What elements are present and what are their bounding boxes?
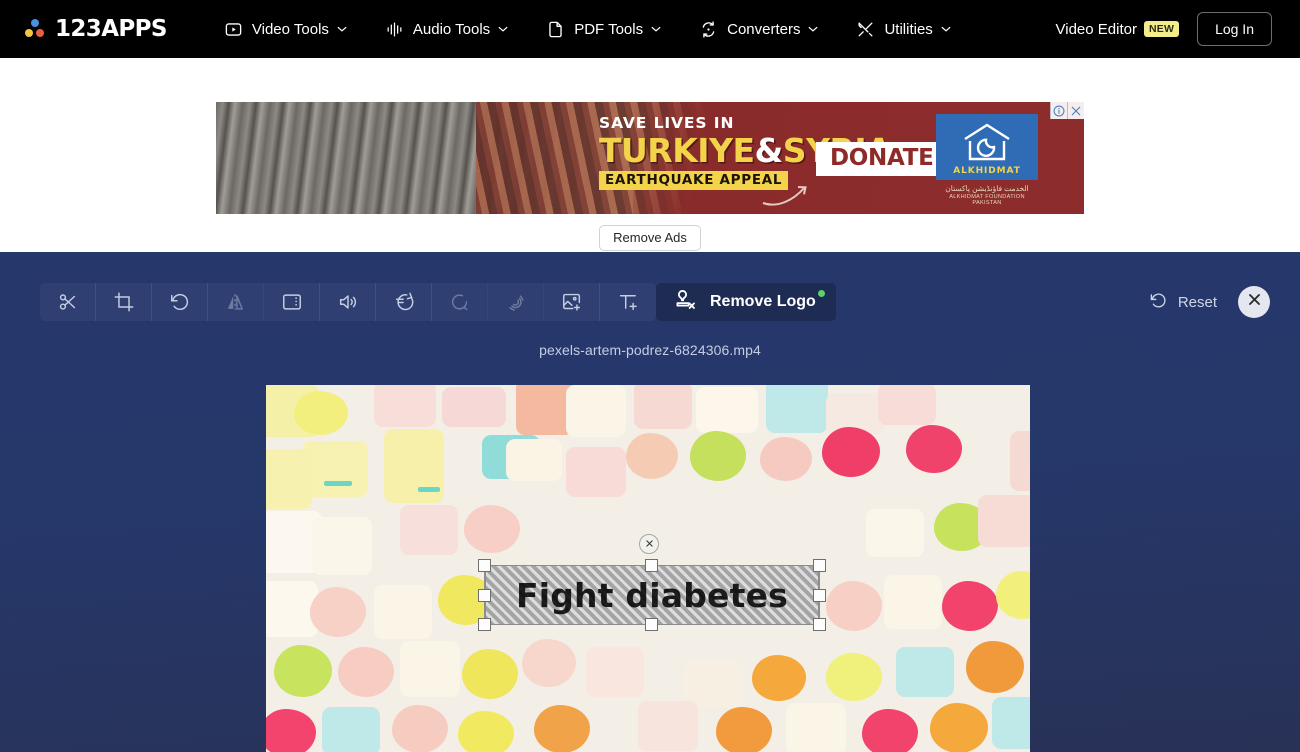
- site-header: 123APPS Video Tools Audio Tools PDF Tool…: [0, 0, 1300, 58]
- crop-icon[interactable]: [96, 283, 152, 321]
- resize-handle-bottom-left[interactable]: [478, 618, 491, 631]
- ad-sponsor-subtitle: ALKHIDMAT FOUNDATION PAKISTAN: [949, 194, 1025, 206]
- stabilize-hand-icon[interactable]: [488, 283, 544, 321]
- adchoices-controls: [1050, 102, 1084, 119]
- reset-button[interactable]: Reset: [1149, 291, 1217, 314]
- ad-title-amp: &: [754, 130, 784, 170]
- chevron-down-icon: [498, 26, 508, 32]
- nav-audio-tools[interactable]: Audio Tools: [366, 12, 527, 47]
- ad-subtitle: EARTHQUAKE APPEAL: [599, 170, 789, 190]
- ad-close-icon[interactable]: [1067, 102, 1084, 119]
- login-button[interactable]: Log In: [1197, 12, 1272, 46]
- text-overlay-box[interactable]: Fight diabetes: [484, 565, 820, 625]
- logo-123apps[interactable]: 123APPS: [24, 16, 167, 42]
- close-editor-button[interactable]: [1238, 286, 1270, 318]
- new-badge: NEW: [1143, 21, 1180, 37]
- ad-title-part1: TURKIYE: [599, 130, 755, 170]
- ad-banner[interactable]: SAVE LIVES IN TURKIYE&SYRIA EARTHQUAKE A…: [216, 102, 1084, 214]
- nav-converters[interactable]: Converters: [680, 12, 837, 47]
- remove-logo-label: Remove Logo: [710, 293, 816, 310]
- video-editor-link[interactable]: Video Editor NEW: [1056, 21, 1180, 38]
- resize-handle-middle-right[interactable]: [813, 589, 826, 602]
- convert-arrows-icon: [699, 20, 718, 39]
- main-nav: Video Tools Audio Tools PDF Tools Conver…: [205, 12, 970, 47]
- nav-video-tools[interactable]: Video Tools: [205, 12, 366, 47]
- ad-area: SAVE LIVES IN TURKIYE&SYRIA EARTHQUAKE A…: [0, 58, 1300, 252]
- nav-label: Video Tools: [251, 20, 329, 38]
- waveform-icon: [385, 20, 404, 39]
- nav-label: PDF Tools: [574, 20, 644, 38]
- reset-label: Reset: [1177, 293, 1217, 311]
- ad-sponsor-logo: ALKHIDMAT الخدمت فاؤنڈیشن پاکستان ALKHID…: [936, 114, 1038, 206]
- cut-scissors-icon[interactable]: [40, 283, 96, 321]
- alkhidmat-house-icon: [964, 123, 1010, 161]
- header-right: Video Editor NEW Log In: [1056, 12, 1272, 46]
- resize-handle-bottom-right[interactable]: [813, 618, 826, 631]
- video-filename: pexels-artem-podrez-6824306.mp4: [539, 342, 761, 358]
- chevron-down-icon: [941, 26, 951, 32]
- adchoices-info-icon[interactable]: [1050, 102, 1067, 119]
- overlay-text: Fight diabetes: [515, 575, 789, 615]
- resize-handle-bottom-center[interactable]: [645, 618, 658, 631]
- nav-label: Utilities: [884, 20, 933, 38]
- add-image-icon[interactable]: [544, 283, 600, 321]
- close-x-icon: [645, 535, 654, 553]
- remove-ads-button[interactable]: Remove Ads: [599, 225, 701, 251]
- stamp-remove-icon: [672, 287, 698, 318]
- speed-icon[interactable]: [376, 283, 432, 321]
- remove-logo-button[interactable]: Remove Logo: [656, 283, 836, 321]
- nav-label: Audio Tools: [412, 20, 491, 38]
- editor-toolbar: Remove Logo Reset: [0, 252, 1300, 321]
- nav-utilities[interactable]: Utilities: [837, 12, 969, 47]
- ad-arrow-icon: [761, 176, 815, 211]
- document-icon: [546, 20, 565, 39]
- nav-label: Converters: [727, 20, 801, 38]
- ad-headline-small: SAVE LIVES IN: [599, 114, 735, 132]
- tool-group: [40, 283, 656, 321]
- resize-handle-middle-left[interactable]: [478, 589, 491, 602]
- chevron-down-icon: [808, 26, 819, 32]
- resize-handle-top-center[interactable]: [645, 559, 658, 572]
- editor-right-tools: Reset: [1149, 286, 1270, 318]
- resize-frame-icon[interactable]: [264, 283, 320, 321]
- close-x-icon: [1247, 292, 1262, 312]
- loop-icon[interactable]: [432, 283, 488, 321]
- video-editor-label: Video Editor: [1055, 20, 1137, 38]
- nav-pdf-tools[interactable]: PDF Tools: [527, 12, 680, 47]
- rotate-ccw-icon: [1149, 291, 1168, 314]
- tools-cross-icon: [856, 20, 875, 39]
- new-feature-dot: [817, 290, 825, 297]
- overlay-close-button[interactable]: [639, 534, 659, 554]
- chevron-down-icon: [337, 26, 347, 32]
- play-square-icon: [224, 20, 243, 39]
- volume-icon[interactable]: [320, 283, 376, 321]
- add-text-icon[interactable]: [600, 283, 656, 321]
- chevron-down-icon: [651, 26, 661, 32]
- logo-text: 123APPS: [55, 16, 167, 42]
- resize-handle-top-right[interactable]: [813, 559, 826, 572]
- logo-dots-icon: [24, 18, 46, 40]
- rotate-ccw-icon[interactable]: [152, 283, 208, 321]
- ad-sponsor-arabic: الخدمت فاؤنڈیشن پاکستان: [945, 184, 1029, 193]
- flip-icon[interactable]: [208, 283, 264, 321]
- ad-sponsor-name: ALKHIDMAT: [953, 166, 1021, 176]
- resize-handle-top-left[interactable]: [478, 559, 491, 572]
